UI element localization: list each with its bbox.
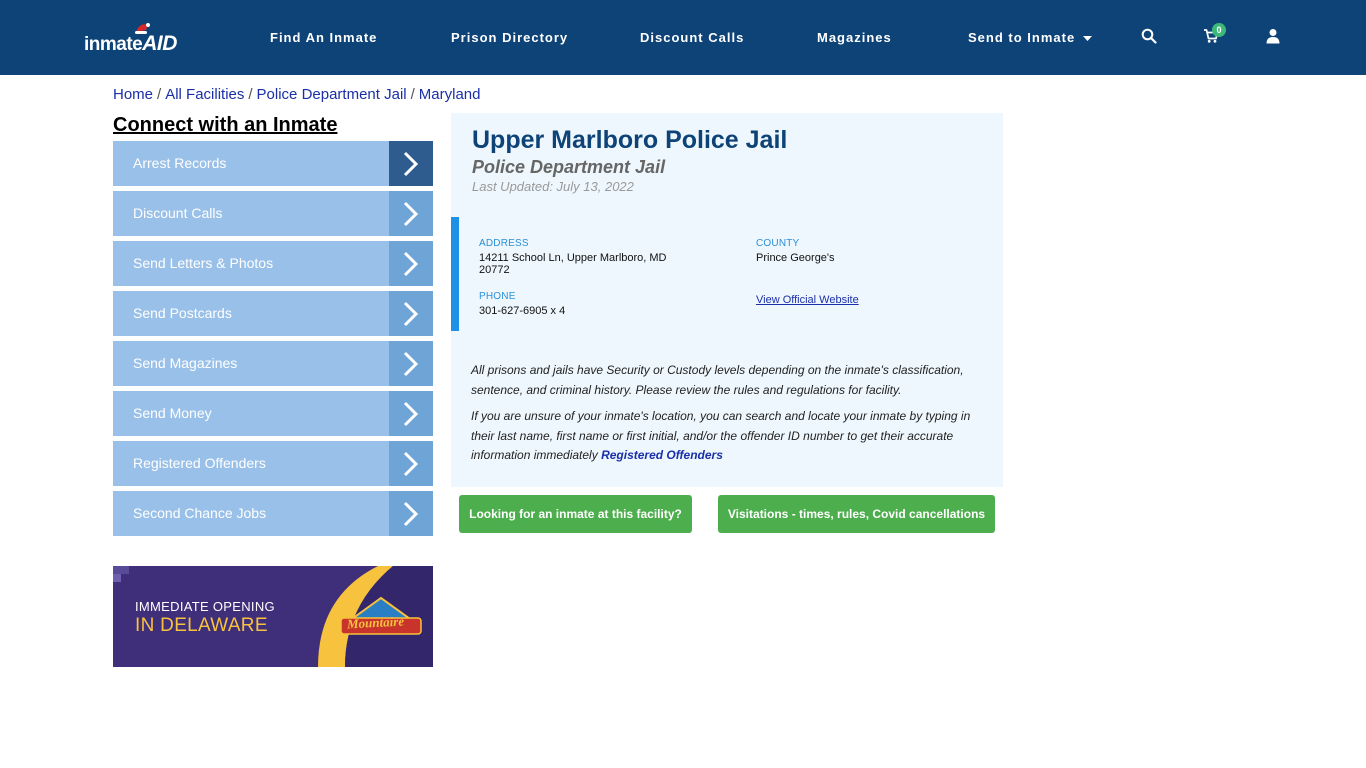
chevron-right-icon [389,491,433,536]
logo[interactable]: inmateAID [84,23,184,55]
connect-title[interactable]: Connect with an Inmate [113,114,337,137]
security-description: All prisons and jails have Security or C… [471,363,964,397]
user-icon[interactable] [1265,28,1281,44]
county-value: Prince George's [756,252,835,264]
top-navbar: inmateAID Find An Inmate Prison Director… [0,0,1366,75]
chevron-right-icon [389,241,433,286]
breadcrumb-separator: / [248,86,253,103]
sidebar-item-second-chance-jobs[interactable]: Second Chance Jobs [113,491,433,536]
address-line2: 20772 [479,264,510,276]
ad-line2: IN DELAWARE [135,615,268,636]
phone-label: PHONE [479,291,516,302]
address-label: ADDRESS [479,238,529,249]
sidebar-item-registered-offenders[interactable]: Registered Offenders [113,441,433,486]
sidebar-item-label: Second Chance Jobs [133,505,267,521]
caret-down-icon [1082,35,1092,41]
sidebar-item-send-magazines[interactable]: Send Magazines [113,341,433,386]
last-updated: Last Updated: July 13, 2022 [472,179,634,194]
ad-banner[interactable]: Mountaire IMMEDIATE OPENING IN DELAWARE [113,566,433,667]
sidebar-item-label: Send Money [133,405,212,421]
breadcrumb-separator: / [410,86,415,103]
sidebar-item-send-money[interactable]: Send Money [113,391,433,436]
chevron-right-icon [389,391,433,436]
sidebar-item-label: Discount Calls [133,205,223,221]
visitations-button[interactable]: Visitations - times, rules, Covid cancel… [718,495,995,533]
official-website-link[interactable]: View Official Website [756,294,859,306]
nav-send-to-inmate[interactable]: Send to Inmate [968,30,1092,45]
breadcrumb-police-department-jail[interactable]: Police Department Jail [257,86,407,103]
nav-find-inmate[interactable]: Find An Inmate [270,30,377,45]
breadcrumb-maryland[interactable]: Maryland [419,86,481,103]
facility-name: Upper Marlboro Police Jail [472,126,788,154]
sidebar-item-label: Send Postcards [133,305,232,321]
sidebar-item-label: Registered Offenders [133,455,266,471]
chevron-right-icon [389,141,433,186]
breadcrumb-separator: / [157,86,162,103]
search-description: If you are unsure of your inmate's locat… [471,407,976,466]
county-label: COUNTY [756,238,800,249]
sidebar-item-send-letters-photos[interactable]: Send Letters & Photos [113,241,433,286]
cart-count-badge: 0 [1212,23,1226,37]
sidebar-item-discount-calls[interactable]: Discount Calls [113,191,433,236]
chevron-right-icon [389,441,433,486]
nav-magazines[interactable]: Magazines [817,30,892,45]
sidebar-item-send-postcards[interactable]: Send Postcards [113,291,433,336]
chevron-right-icon [389,191,433,236]
breadcrumb-all-facilities[interactable]: All Facilities [165,86,244,103]
chevron-right-icon [389,291,433,336]
address-line1: 14211 School Ln, Upper Marlboro, MD [479,252,667,264]
facility-info-box: ADDRESS 14211 School Ln, Upper Marlboro,… [451,217,1003,331]
chevron-right-icon [389,341,433,386]
sidebar-item-arrest-records[interactable]: Arrest Records [113,141,433,186]
breadcrumb: Home / All Facilities / Police Department Ja… [113,86,481,103]
logo-text: inmateAID [84,32,177,55]
phone-value: 301-627-6905 x 4 [479,305,566,317]
registered-offenders-link[interactable]: Registered Offenders [601,448,723,462]
search-icon[interactable] [1141,28,1157,44]
nav-discount-calls[interactable]: Discount Calls [640,30,744,45]
sidebar-item-label: Send Letters & Photos [133,255,274,271]
sidebar-item-label: Send Magazines [133,355,238,371]
ad-line1: IMMEDIATE OPENING [135,599,275,614]
find-inmate-button[interactable]: Looking for an inmate at this facility? [459,495,692,533]
info-accent-bar [451,217,459,331]
breadcrumb-home[interactable]: Home [113,86,153,103]
ad-brand: Mountaire [346,613,405,632]
nav-send-to-inmate-label: Send to Inmate [968,30,1076,45]
facility-type: Police Department Jail [472,157,666,177]
address-value: 14211 School Ln, Upper Marlboro, MD 2077… [479,252,689,276]
sidebar-item-label: Arrest Records [133,155,227,171]
nav-prison-directory[interactable]: Prison Directory [451,30,568,45]
